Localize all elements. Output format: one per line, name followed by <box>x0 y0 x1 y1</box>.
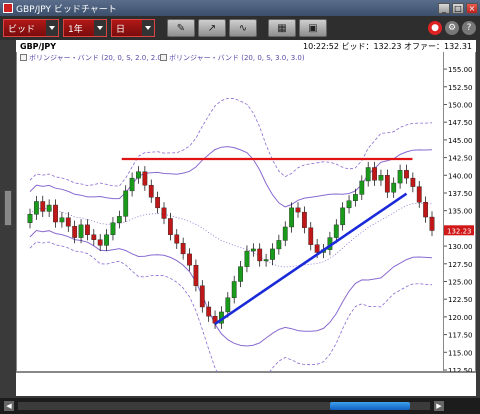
candle-up <box>263 259 269 262</box>
y-tick-label: 122.50 <box>448 296 473 304</box>
y-tick-label: 120.00 <box>448 314 473 322</box>
candle-down <box>142 171 148 186</box>
candle-down <box>206 306 212 317</box>
candle-down <box>193 265 199 286</box>
candle-down <box>72 226 78 238</box>
candle-down <box>295 207 301 213</box>
y-tick-label: 150.00 <box>448 101 473 109</box>
candle-up <box>27 214 33 223</box>
candle-down <box>65 217 71 227</box>
band-middle <box>29 202 433 268</box>
y-tick-label: 147.50 <box>448 119 473 127</box>
scroll-thumb[interactable] <box>330 402 410 410</box>
candle-down <box>167 218 173 235</box>
y-tick-label: 145.00 <box>448 137 473 145</box>
candle-up <box>289 207 295 228</box>
candle-up <box>391 182 397 193</box>
candle-up <box>282 226 288 241</box>
y-tick-label: 135.00 <box>448 208 473 216</box>
candle-up <box>270 248 275 260</box>
candle-down <box>174 234 180 244</box>
candle-up <box>346 200 352 209</box>
candle-down <box>404 170 409 179</box>
chart-scrollbar[interactable]: ◀ ▶ <box>0 398 480 414</box>
band-upper-3sd <box>29 97 433 187</box>
band-lower-2sd <box>29 229 433 347</box>
candle-up <box>238 266 243 282</box>
scroll-right-icon[interactable]: ▶ <box>434 401 444 411</box>
candle-down <box>301 211 307 228</box>
candle-up <box>110 222 116 235</box>
candle-up <box>78 224 84 238</box>
candle-down <box>97 239 103 246</box>
candle-up <box>340 207 346 226</box>
candle-down <box>416 186 422 203</box>
candle-up <box>244 250 250 267</box>
y-tick-label: 152.50 <box>448 84 473 92</box>
band-upper-2sd <box>29 146 433 208</box>
candle-up <box>365 167 371 182</box>
candle-up <box>33 201 39 215</box>
candle-down <box>85 224 90 235</box>
y-tick-label: 137.50 <box>448 190 473 198</box>
candle-up <box>46 204 52 212</box>
candle-down <box>187 253 192 266</box>
current-price-label: 132.23 <box>447 227 472 235</box>
candle-down <box>314 244 320 253</box>
candle-down <box>372 167 377 181</box>
candle-up <box>231 281 237 298</box>
y-tick-label: 130.00 <box>448 243 473 251</box>
candle-up <box>59 217 65 223</box>
candle-up <box>333 224 339 238</box>
candle-down <box>199 285 205 308</box>
candle-up <box>104 234 109 246</box>
candle-down <box>53 204 58 223</box>
candle-down <box>91 234 97 240</box>
candle-down <box>429 216 435 231</box>
y-tick-label: 155.00 <box>448 66 473 74</box>
candle-down <box>257 248 263 262</box>
candle-up <box>123 190 129 217</box>
candle-down <box>155 197 161 209</box>
candle-up <box>136 171 141 179</box>
time-axis <box>16 372 476 396</box>
price-chart: 112.50115.00117.50120.00122.50125.00127.… <box>27 66 474 395</box>
candle-up <box>225 297 231 313</box>
candle-down <box>384 175 390 193</box>
y-tick-label: 117.50 <box>448 332 473 340</box>
candle-up <box>397 170 403 184</box>
candle-up <box>129 177 135 192</box>
y-tick-label: 127.50 <box>448 261 473 269</box>
candle-down <box>180 243 186 255</box>
candle-down <box>423 201 429 218</box>
support-trendline <box>214 192 408 326</box>
y-tick-label: 125.00 <box>448 278 473 286</box>
candle-down <box>40 201 46 212</box>
y-tick-label: 140.00 <box>448 172 473 180</box>
candle-down <box>308 227 314 245</box>
candle-down <box>161 207 167 219</box>
y-tick-label: 142.50 <box>448 155 473 163</box>
candle-up <box>378 175 384 181</box>
candle-down <box>410 177 416 187</box>
candle-up <box>353 194 358 201</box>
candle-up <box>250 248 256 252</box>
candle-up <box>276 240 282 250</box>
candle-down <box>148 184 154 198</box>
scroll-left-icon[interactable]: ◀ <box>4 401 14 411</box>
candle-up <box>359 180 365 195</box>
candle-up <box>116 216 122 223</box>
y-tick-label: 115.00 <box>448 349 473 357</box>
